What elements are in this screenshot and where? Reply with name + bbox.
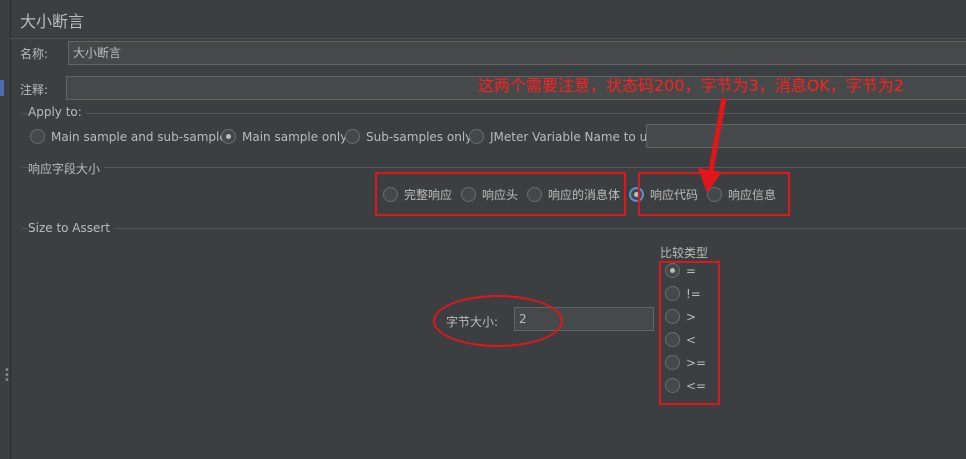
annotation-arrow-icon	[698, 97, 727, 193]
size-assertion-panel: • • • 大小断言 名称: 大小断言 注释: Apply to: Main sam…	[0, 0, 966, 459]
